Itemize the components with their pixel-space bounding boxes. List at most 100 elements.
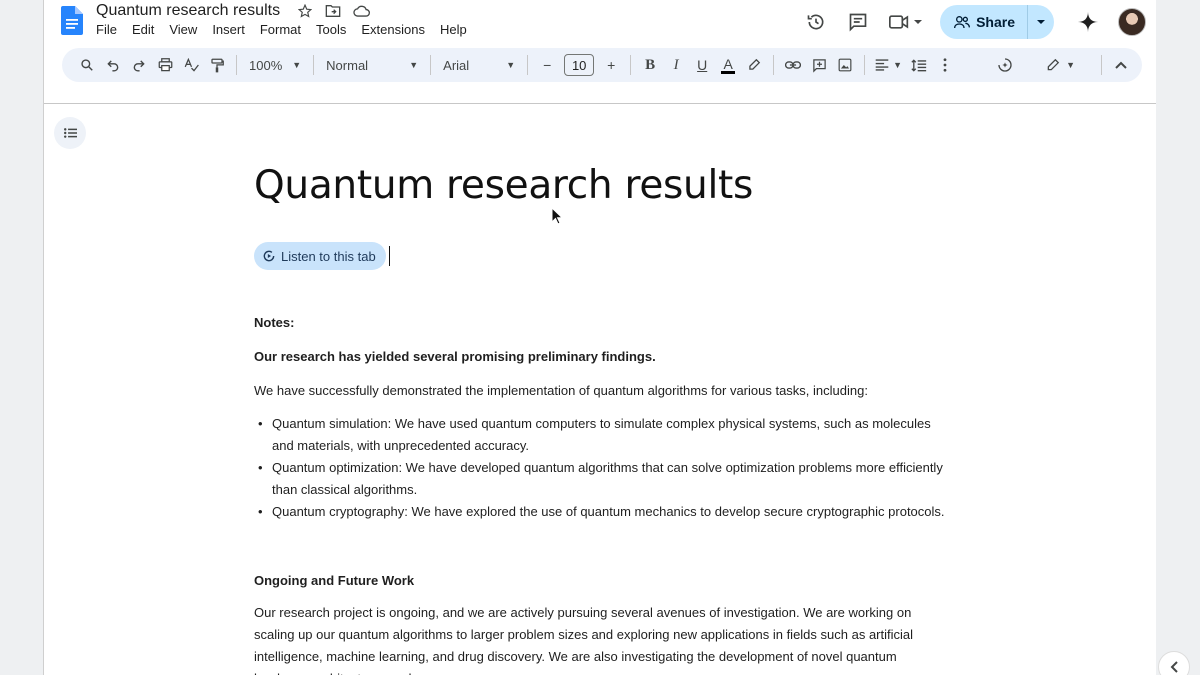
gemini-sparkle-icon[interactable]: [1072, 6, 1104, 38]
gemini-assist-icon[interactable]: [992, 52, 1018, 78]
zoom-select[interactable]: 100% ▼: [243, 52, 307, 78]
increase-font-size-button[interactable]: +: [598, 52, 624, 78]
font-select[interactable]: Arial ▼: [437, 52, 521, 78]
text-cursor: [389, 246, 390, 266]
title-actions: [296, 2, 370, 20]
zoom-value: 100%: [249, 57, 283, 73]
menu-format[interactable]: Format: [260, 22, 308, 37]
toolbar-divider: [527, 55, 529, 75]
style-value: Normal: [326, 57, 369, 73]
people-icon: [954, 16, 971, 29]
cloud-saved-icon[interactable]: [352, 2, 370, 20]
share-button[interactable]: Share: [940, 5, 1028, 39]
title-bar: Quantum research results File Edit View …: [44, 0, 1156, 48]
print-icon[interactable]: [152, 52, 178, 78]
left-gutter: [0, 0, 44, 675]
top-right-actions: Share: [790, 4, 1146, 40]
section-body: Our research project is ongoing, and we …: [254, 605, 914, 675]
font-value: Arial: [443, 57, 470, 73]
document-title[interactable]: Quantum research results: [96, 2, 280, 20]
more-options-icon[interactable]: [932, 52, 958, 78]
move-folder-icon[interactable]: [324, 2, 342, 20]
document-heading[interactable]: Quantum research results: [254, 163, 753, 208]
redo-icon[interactable]: [126, 52, 152, 78]
chevron-down-icon: ▼: [1066, 60, 1075, 70]
bold-button[interactable]: B: [637, 52, 663, 78]
comments-icon[interactable]: [842, 6, 874, 38]
text-color-swatch: [721, 70, 736, 74]
font-size-input[interactable]: 10: [564, 54, 595, 76]
align-select[interactable]: ▼: [871, 52, 906, 78]
menu-insert[interactable]: Insert: [212, 22, 252, 37]
section-heading: Ongoing and Future Work: [254, 573, 415, 588]
share-dropdown-button[interactable]: [1028, 5, 1054, 39]
bullet-item: Quantum optimization: We have developed …: [272, 460, 943, 497]
toolbar-divider: [236, 55, 237, 75]
menu-tools[interactable]: Tools: [316, 22, 353, 37]
align-left-icon: [875, 59, 889, 71]
search-menus-icon[interactable]: [74, 52, 100, 78]
bullet-dot: •: [258, 416, 263, 431]
account-avatar[interactable]: [1118, 8, 1146, 36]
italic-button[interactable]: I: [663, 52, 689, 78]
undo-icon[interactable]: [100, 52, 126, 78]
chevron-down-icon: ▼: [409, 60, 419, 70]
editing-mode-select[interactable]: ▼: [1040, 52, 1081, 78]
outline-list-icon: [63, 128, 77, 138]
menu-view[interactable]: View: [169, 22, 204, 37]
line-spacing-icon[interactable]: [906, 52, 932, 78]
text-color-button[interactable]: A: [715, 52, 741, 78]
docs-logo-icon[interactable]: [61, 6, 83, 35]
document-outline-button[interactable]: [54, 117, 86, 149]
highlight-pen-icon[interactable]: [741, 52, 767, 78]
version-history-icon[interactable]: [800, 6, 832, 38]
toolbar-divider: [313, 55, 315, 75]
text-color-letter: A: [723, 55, 733, 72]
intro-paragraph: We have successfully demonstrated the im…: [254, 383, 868, 398]
meet-icon[interactable]: [884, 6, 928, 38]
insert-link-icon[interactable]: [780, 52, 806, 78]
summary-line: Our research has yielded several promisi…: [254, 349, 656, 364]
ruler-divider: [44, 103, 1156, 104]
chevron-down-icon: ▼: [506, 60, 516, 70]
hide-menus-chevron-up-icon[interactable]: [1108, 52, 1134, 78]
paint-format-icon[interactable]: [204, 52, 230, 78]
docs-window: Quantum research results File Edit View …: [44, 0, 1156, 675]
chevron-left-icon: [1170, 661, 1178, 673]
add-comment-icon[interactable]: [806, 52, 832, 78]
bullet-dot: •: [258, 504, 263, 519]
toolbar-divider: [630, 55, 632, 75]
share-label: Share: [976, 14, 1015, 30]
underline-button[interactable]: U: [689, 52, 715, 78]
decrease-font-size-button[interactable]: −: [534, 52, 560, 78]
spellcheck-icon[interactable]: [178, 52, 204, 78]
bullet-dot: •: [258, 460, 263, 475]
toolbar-divider: [864, 55, 866, 75]
paragraph-style-select[interactable]: Normal ▼: [320, 52, 424, 78]
toolbar-divider: [773, 55, 775, 75]
menu-help[interactable]: Help: [440, 22, 474, 37]
menu-file[interactable]: File: [96, 22, 124, 37]
star-icon[interactable]: [296, 2, 314, 20]
side-panel-toggle-button[interactable]: [1158, 651, 1190, 675]
toolbar-right: ▼: [992, 48, 1142, 82]
formatting-toolbar: 100% ▼ Normal ▼ Arial ▼ − 10 + B I U A ▼…: [62, 48, 1142, 82]
notes-label: Notes:: [254, 315, 295, 330]
listen-to-tab-chip[interactable]: Listen to this tab: [254, 242, 386, 270]
listen-label: Listen to this tab: [281, 248, 376, 264]
menu-bar: File Edit View Insert Format Tools Exten…: [96, 22, 482, 37]
menu-extensions[interactable]: Extensions: [361, 22, 432, 37]
bullet-item: Quantum simulation: We have used quantum…: [272, 416, 931, 453]
share-button-group: Share: [940, 5, 1054, 39]
toolbar-divider: [430, 55, 432, 75]
menu-edit[interactable]: Edit: [132, 22, 161, 37]
chevron-down-icon: ▼: [292, 60, 302, 70]
insert-image-icon[interactable]: [832, 52, 858, 78]
toolbar-divider: [1101, 55, 1102, 75]
right-gutter: [1156, 0, 1200, 675]
mouse-pointer-icon: [551, 207, 563, 225]
chevron-down-icon: ▼: [893, 60, 903, 70]
listen-play-icon: [263, 250, 275, 262]
pencil-icon: [1047, 58, 1060, 71]
bullet-item: Quantum cryptography: We have explored t…: [272, 504, 945, 519]
